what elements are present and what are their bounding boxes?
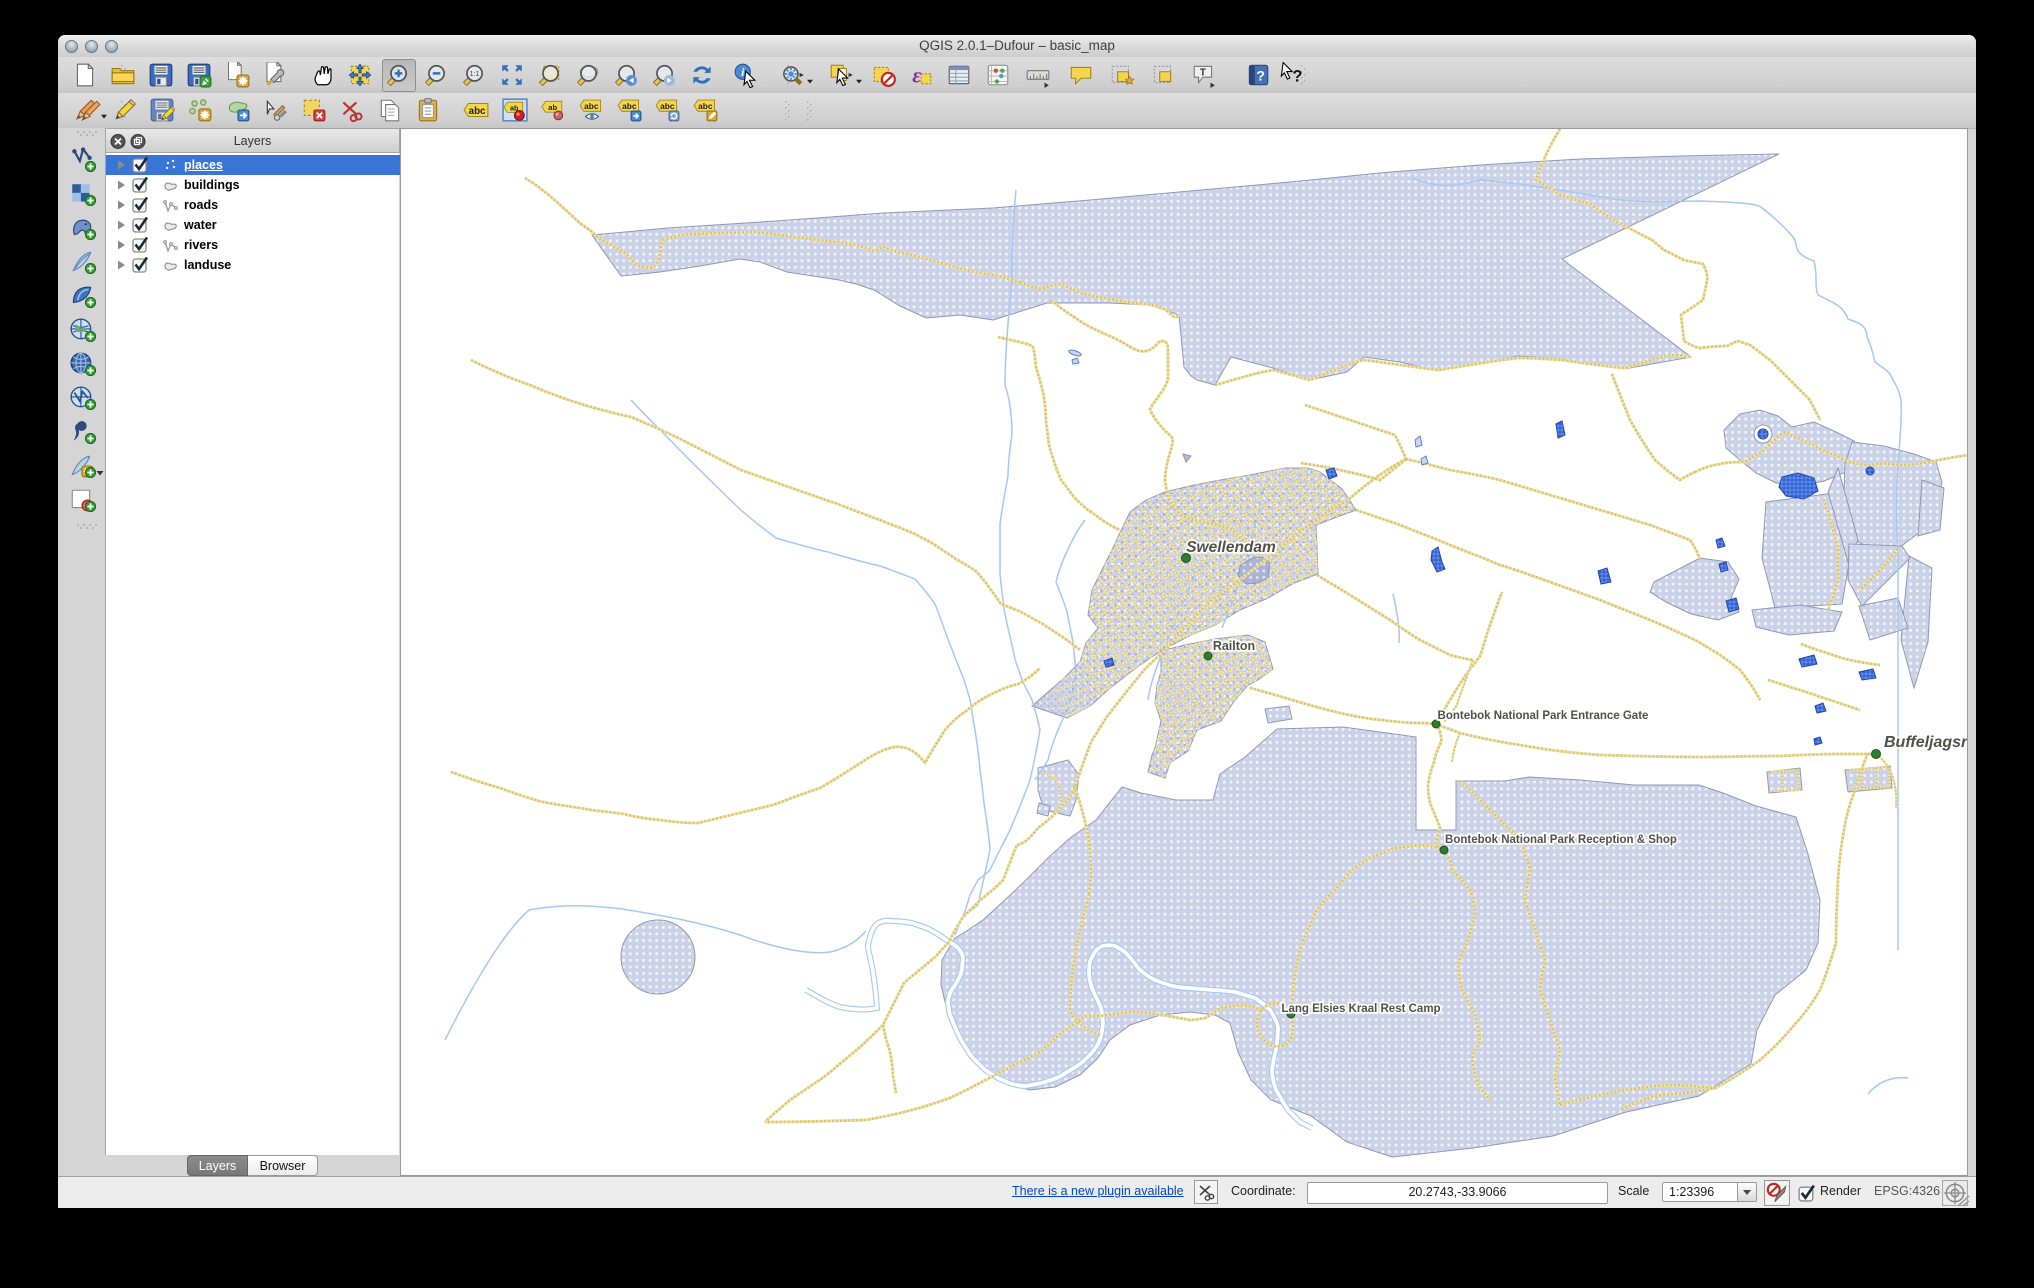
- svg-text:?: ?: [1256, 67, 1265, 83]
- svg-text:Bontebok National Park Recepti: Bontebok National Park Reception & Shop: [1445, 834, 1677, 846]
- svg-text:1:1: 1:1: [470, 71, 480, 78]
- svg-text:ε: ε: [912, 64, 921, 88]
- svg-text:Bontebok National Park Entranc: Bontebok National Park Entrance Gate: [1438, 710, 1649, 722]
- svg-text:?: ?: [1292, 68, 1302, 86]
- svg-text:Lang Elsies Kraal Rest Camp: Lang Elsies Kraal Rest Camp: [1281, 1003, 1440, 1015]
- svg-text:Buffeljagsrivier: Buffeljagsrivier: [1884, 734, 1967, 751]
- svg-text:Swellendam: Swellendam: [1186, 539, 1276, 556]
- svg-text:T: T: [1200, 68, 1206, 79]
- svg-text:Railton: Railton: [1213, 639, 1255, 653]
